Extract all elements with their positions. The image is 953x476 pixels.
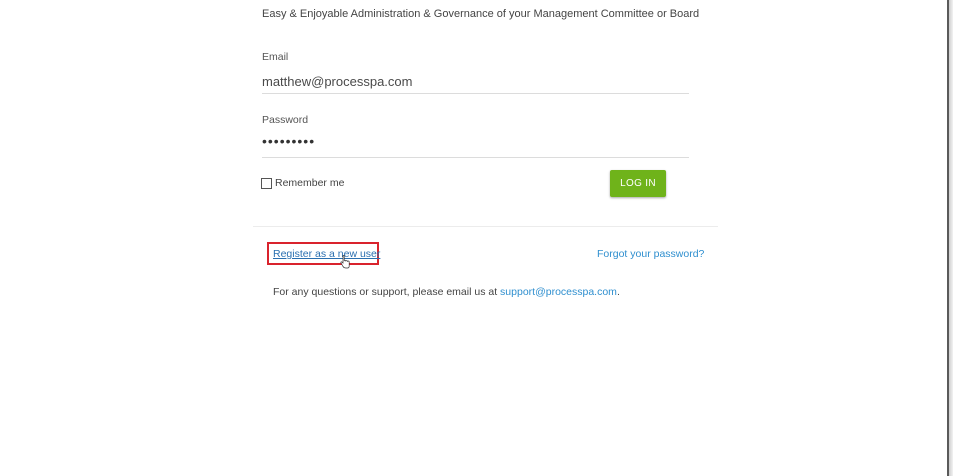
hand-pointer-icon bbox=[340, 255, 350, 269]
support-email-link[interactable]: support@processpa.com bbox=[500, 286, 617, 298]
forgot-password-link[interactable]: Forgot your password? bbox=[597, 248, 704, 260]
email-label: Email bbox=[262, 51, 289, 63]
support-text: For any questions or support, please ema… bbox=[273, 286, 620, 298]
remember-me-label: Remember me bbox=[275, 177, 345, 189]
login-button[interactable]: LOG IN bbox=[610, 170, 666, 197]
divider bbox=[253, 226, 718, 227]
support-message: For any questions or support, please ema… bbox=[273, 286, 501, 298]
remember-me-checkbox[interactable]: Remember me bbox=[261, 177, 344, 189]
email-field[interactable] bbox=[262, 69, 689, 94]
password-label: Password bbox=[262, 114, 309, 126]
register-link[interactable]: Register as a new user bbox=[273, 248, 380, 260]
tagline: Easy & Enjoyable Administration & Govern… bbox=[262, 8, 700, 20]
support-period: . bbox=[616, 286, 620, 298]
login-card: Easy & Enjoyable Administration & Govern… bbox=[253, 0, 718, 320]
window-right-shadow bbox=[949, 0, 953, 476]
checkbox-box[interactable] bbox=[261, 177, 272, 189]
password-field[interactable]: ••••••••• bbox=[262, 133, 689, 158]
